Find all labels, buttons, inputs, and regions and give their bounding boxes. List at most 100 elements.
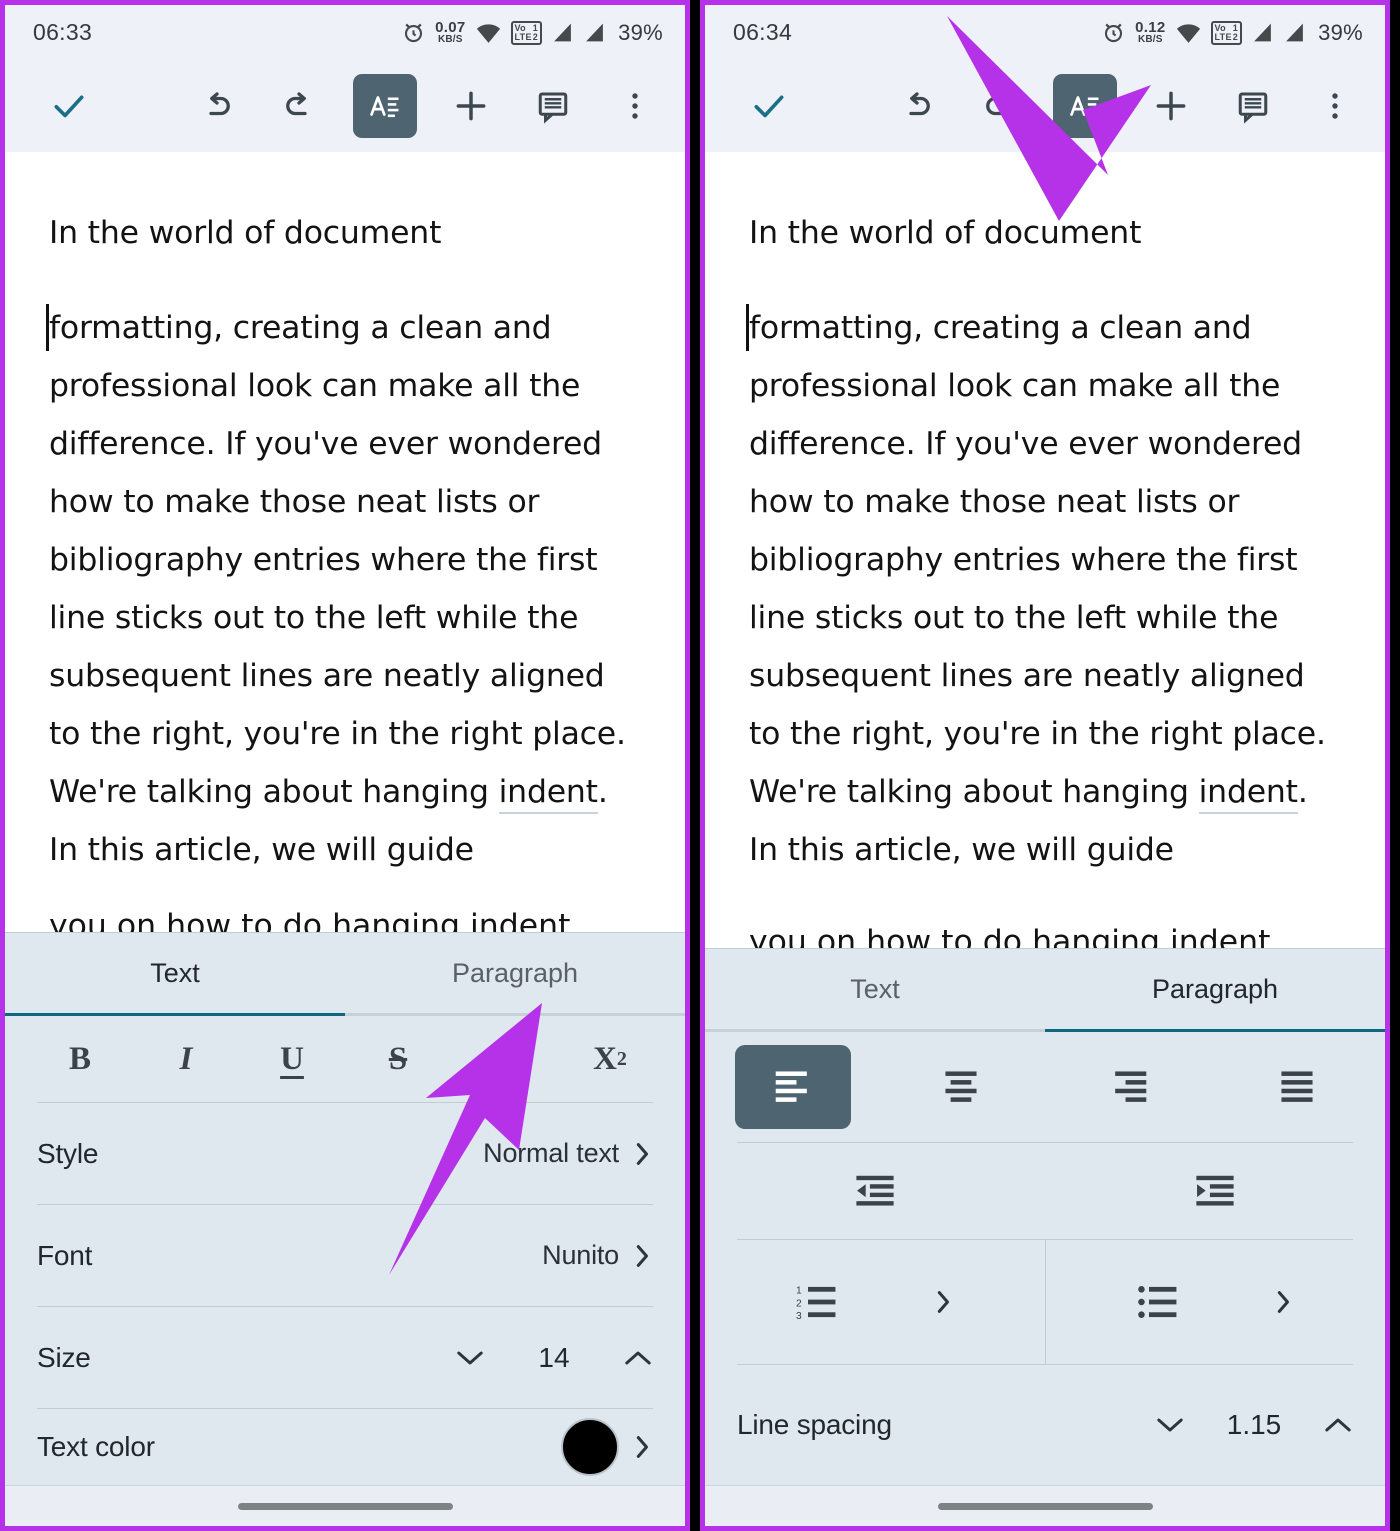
status-clock: 06:33 bbox=[33, 19, 93, 45]
svg-text:1: 1 bbox=[796, 1285, 802, 1296]
size-row: Size 14 bbox=[5, 1307, 685, 1408]
wifi-icon-right bbox=[1175, 22, 1202, 44]
format-panel-right: Text Paragraph 1 2 3 Line spacing 1.15 bbox=[705, 948, 1385, 1485]
font-label: Font bbox=[37, 1239, 93, 1271]
strikethrough-button[interactable]: S bbox=[366, 1028, 430, 1090]
superscript-button[interactable]: X2 bbox=[472, 1028, 536, 1090]
redo-icon[interactable] bbox=[271, 78, 327, 134]
system-nav-bar-left bbox=[5, 1485, 685, 1526]
superscript-base: X bbox=[487, 1040, 511, 1077]
comment-icon-right[interactable] bbox=[1225, 78, 1281, 134]
style-label: Style bbox=[37, 1137, 99, 1169]
line-spacing-row: Line spacing 1.15 bbox=[705, 1365, 1385, 1485]
battery-percentage-right: 39% bbox=[1318, 19, 1363, 45]
align-justify-button[interactable] bbox=[1239, 1045, 1355, 1129]
indent-button-row bbox=[705, 1143, 1385, 1239]
data-rate-unit-right: KB/S bbox=[1137, 34, 1163, 45]
chevron-up-icon[interactable] bbox=[623, 1348, 653, 1368]
system-nav-bar-right bbox=[705, 1485, 1385, 1526]
bulleted-list-button[interactable] bbox=[1045, 1240, 1385, 1364]
style-row[interactable]: Style Normal text bbox=[5, 1103, 685, 1204]
align-left-button[interactable] bbox=[735, 1045, 851, 1129]
chevron-down-icon[interactable] bbox=[455, 1348, 485, 1368]
chevron-right-icon bbox=[633, 1140, 653, 1168]
decrease-indent-button[interactable] bbox=[705, 1172, 1045, 1210]
editor-toolbar-left bbox=[5, 60, 685, 152]
bold-button[interactable]: B bbox=[48, 1028, 112, 1090]
subscript-base: X bbox=[593, 1040, 617, 1077]
italic-button[interactable]: I bbox=[154, 1028, 218, 1090]
dual-screenshot-stage: 06:33 0.07 KB/S Vo LTE 1 2 39% In the wo… bbox=[0, 0, 1400, 1531]
increase-indent-button[interactable] bbox=[1045, 1172, 1385, 1210]
comment-icon[interactable] bbox=[525, 78, 581, 134]
document-canvas-right[interactable]: In the world of document formatting, cre… bbox=[705, 152, 1385, 948]
chevron-right-icon-2 bbox=[633, 1242, 653, 1270]
size-value: 14 bbox=[538, 1341, 570, 1373]
data-rate-value-right: 0.12 bbox=[1135, 19, 1166, 36]
line-spacing-value: 1.15 bbox=[1226, 1409, 1282, 1440]
document-canvas-left[interactable]: In the world of document formatting, cre… bbox=[5, 152, 685, 932]
more-vertical-icon-right[interactable] bbox=[1307, 78, 1363, 134]
paragraph-2-pre-right: formatting, creating a clean and profess… bbox=[749, 310, 1326, 810]
editor-toolbar-right bbox=[705, 60, 1385, 152]
text-caret-right bbox=[746, 304, 749, 351]
text-color-row[interactable]: Text color bbox=[5, 1409, 685, 1485]
home-gesture-pill-right[interactable] bbox=[937, 1502, 1153, 1510]
underline-button[interactable]: U bbox=[260, 1028, 324, 1090]
style-value: Normal text bbox=[483, 1138, 619, 1168]
format-tabs-right: Text Paragraph bbox=[705, 949, 1385, 1029]
font-row[interactable]: Font Nunito bbox=[5, 1205, 685, 1306]
plus-icon-right[interactable] bbox=[1143, 78, 1199, 134]
chevron-right-icon-numbered bbox=[934, 1288, 954, 1316]
chevron-down-icon-spacing[interactable] bbox=[1155, 1415, 1185, 1435]
plus-icon[interactable] bbox=[443, 78, 499, 134]
format-panel-left: Text Paragraph B I U S X2 X2 Style Norma… bbox=[5, 932, 685, 1485]
undo-icon-right[interactable] bbox=[889, 78, 945, 134]
alignment-button-row bbox=[705, 1032, 1385, 1142]
text-style-button-row: B I U S X2 X2 bbox=[5, 1016, 685, 1102]
volte-bottom: LTE bbox=[514, 31, 532, 42]
volte-icon-right: Vo LTE 1 2 bbox=[1210, 20, 1243, 45]
volte-sim2: 2 bbox=[532, 31, 539, 42]
text-format-icon-right[interactable] bbox=[1053, 74, 1117, 138]
size-label: Size bbox=[37, 1341, 91, 1373]
tab-text-right[interactable]: Text bbox=[705, 949, 1045, 1029]
signal-bars-icon-right bbox=[1251, 22, 1274, 44]
status-clock-right: 06:34 bbox=[733, 19, 793, 45]
text-color-swatch[interactable] bbox=[561, 1418, 619, 1476]
alarm-clock-icon bbox=[401, 20, 426, 45]
status-bar-right: 06:34 0.12 KB/S Vo LTE 1 2 39% bbox=[705, 5, 1385, 60]
chevron-up-icon-spacing[interactable] bbox=[1323, 1415, 1353, 1435]
document-clipped-line: you on how to do hanging indent bbox=[49, 908, 571, 932]
align-center-button[interactable] bbox=[903, 1045, 1019, 1129]
svg-text:2: 2 bbox=[796, 1298, 802, 1309]
line-spacing-stepper: 1.15 bbox=[1155, 1409, 1353, 1441]
line-spacing-label: Line spacing bbox=[737, 1409, 892, 1440]
size-stepper: 14 bbox=[455, 1342, 653, 1374]
paragraph-2-pre: formatting, creating a clean and profess… bbox=[49, 310, 626, 810]
format-tabs-left: Text Paragraph bbox=[5, 933, 685, 1013]
font-value: Nunito bbox=[542, 1240, 619, 1270]
battery-percentage: 39% bbox=[618, 19, 663, 45]
text-format-icon[interactable] bbox=[353, 74, 417, 138]
more-vertical-icon[interactable] bbox=[607, 78, 663, 134]
wifi-icon bbox=[475, 22, 502, 44]
tab-paragraph[interactable]: Paragraph bbox=[345, 933, 685, 1013]
align-right-button[interactable] bbox=[1071, 1045, 1187, 1129]
svg-text:3: 3 bbox=[796, 1311, 802, 1322]
checkmark-icon[interactable] bbox=[41, 78, 97, 134]
undo-icon[interactable] bbox=[189, 78, 245, 134]
home-gesture-pill[interactable] bbox=[237, 1502, 453, 1510]
data-rate-unit: KB/S bbox=[437, 34, 463, 45]
subscript-button[interactable]: X2 bbox=[578, 1028, 642, 1090]
alarm-clock-icon-right bbox=[1101, 20, 1126, 45]
list-button-row: 1 2 3 bbox=[705, 1240, 1385, 1364]
tab-paragraph-right[interactable]: Paragraph bbox=[1045, 949, 1385, 1029]
redo-icon-right[interactable] bbox=[971, 78, 1027, 134]
numbered-list-button[interactable]: 1 2 3 bbox=[705, 1240, 1045, 1364]
checkmark-icon-right[interactable] bbox=[741, 78, 797, 134]
tab-text[interactable]: Text bbox=[5, 933, 345, 1013]
document-paragraph-1-right: In the world of document bbox=[749, 215, 1142, 251]
subscript-index: 2 bbox=[616, 1047, 627, 1070]
document-paragraph-1: In the world of document bbox=[49, 215, 442, 251]
